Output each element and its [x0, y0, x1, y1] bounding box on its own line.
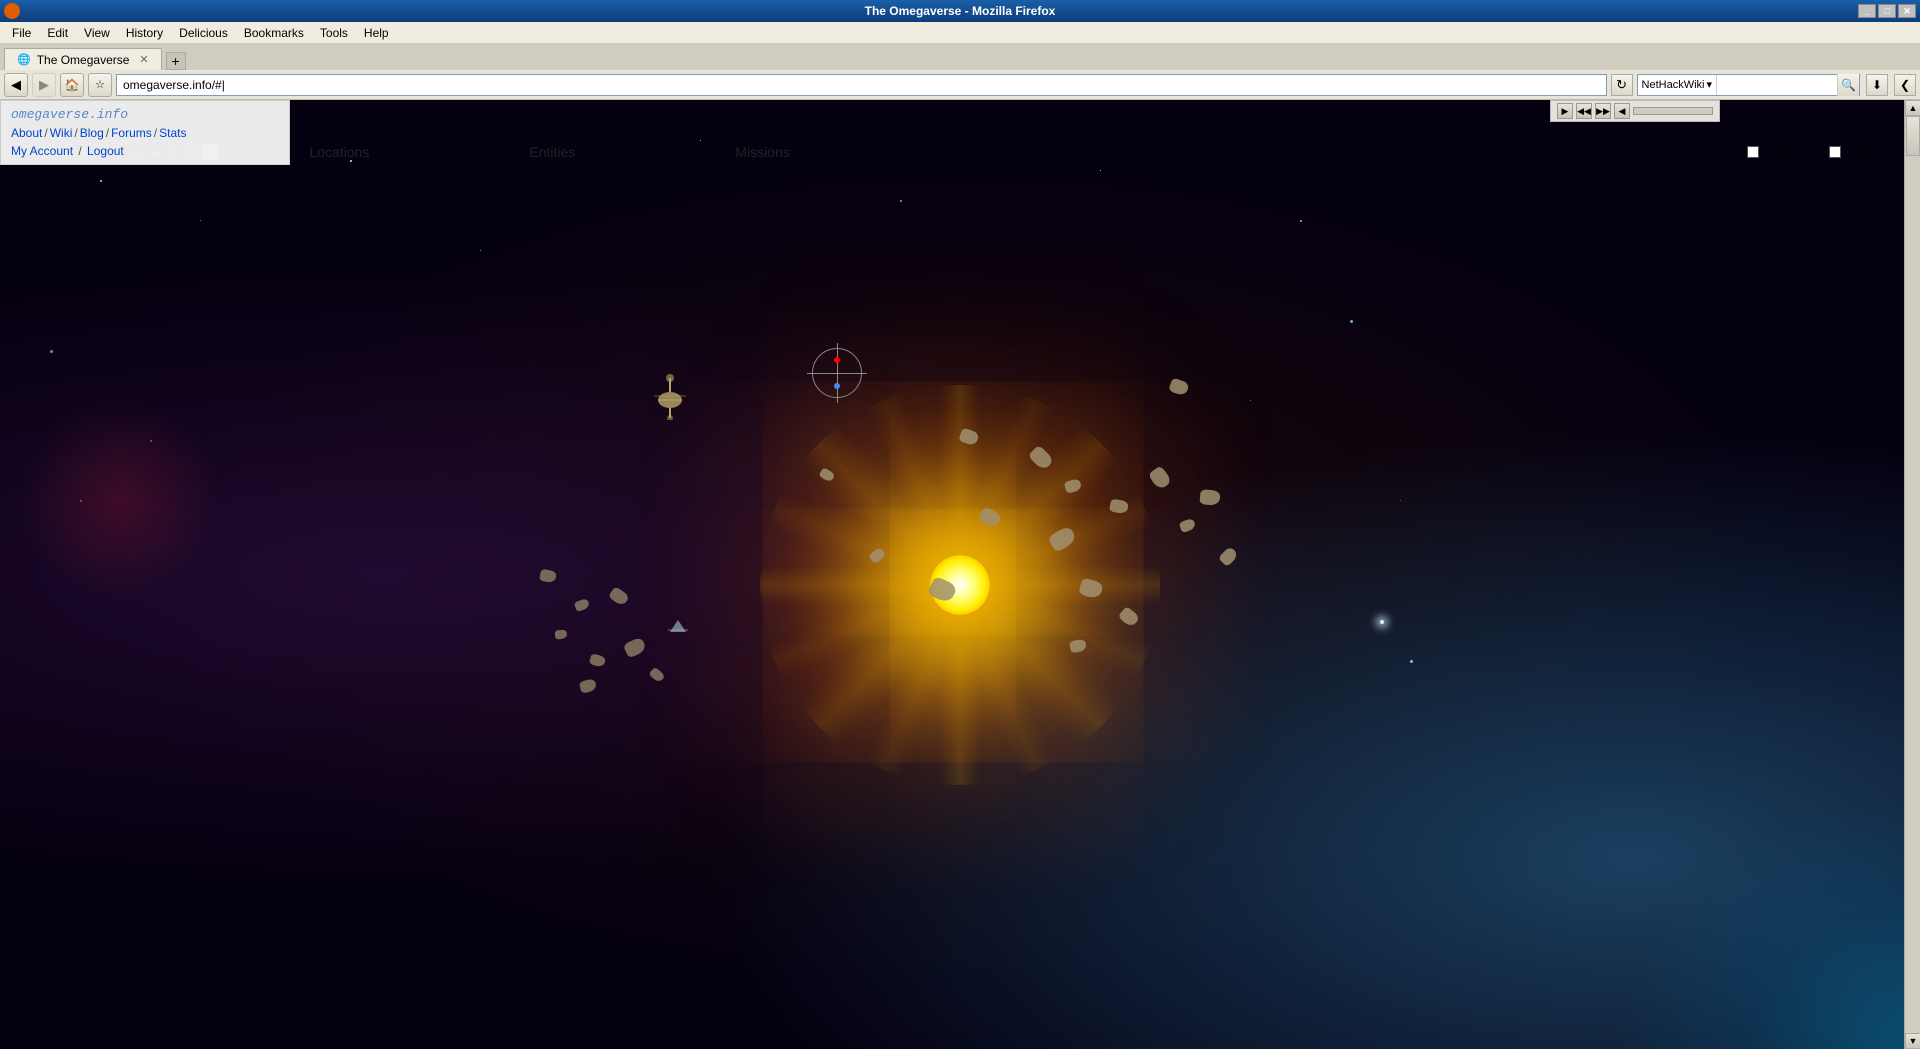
menu-help[interactable]: Help	[356, 24, 397, 42]
toggle-axis-item[interactable]: toggle axis	[1747, 145, 1819, 159]
star	[1250, 400, 1251, 401]
search-input[interactable]	[1717, 78, 1837, 92]
scrollbar: ▲ ▼	[1904, 100, 1920, 1049]
menu-file[interactable]: File	[4, 24, 39, 42]
toggle-grid-label: toggle grid	[1844, 145, 1900, 159]
home-button[interactable]: 🏠	[60, 73, 84, 97]
scroll-up-button[interactable]: ▲	[1905, 100, 1920, 116]
volume-slider[interactable]	[1633, 107, 1713, 115]
nav-links: About / Wiki / Blog / Forums / Stats	[11, 126, 279, 140]
tab-label: The Omegaverse	[37, 53, 130, 67]
space-scene[interactable]	[0, 100, 1920, 1049]
star	[1400, 500, 1401, 501]
small-ship	[668, 620, 688, 638]
nav-wiki[interactable]: Wiki	[50, 126, 73, 140]
my-account-link[interactable]: My Account	[11, 144, 73, 158]
downloads-button[interactable]: ⬇	[1866, 74, 1888, 96]
small-ship-svg	[668, 620, 688, 635]
firefox-icon	[4, 3, 20, 19]
game-nav-missions[interactable]: Missions	[655, 140, 869, 164]
reticle-dot-blue	[834, 383, 840, 389]
media-stop-button[interactable]: ◀	[1614, 103, 1630, 119]
toggle-axis-label: toggle axis	[1762, 145, 1819, 159]
search-engine-label: NetHackWiki	[1642, 79, 1705, 91]
star	[200, 220, 201, 221]
toggle-grid-checkbox[interactable]	[1829, 146, 1841, 158]
menu-view[interactable]: View	[76, 24, 118, 42]
bookmark-page-button[interactable]: ☆	[88, 73, 112, 97]
menu-edit[interactable]: Edit	[39, 24, 76, 42]
media-play-button[interactable]: ▶	[1557, 103, 1573, 119]
sep3: /	[106, 126, 109, 140]
logout-link[interactable]: Logout	[87, 144, 124, 158]
search-engine-selector[interactable]: NetHackWiki ▾	[1638, 75, 1717, 95]
menu-delicious[interactable]: Delicious	[171, 24, 236, 42]
sep1: /	[44, 126, 47, 140]
menu-history[interactable]: History	[118, 24, 171, 42]
toggle-controls: toggle axis toggle grid	[1747, 145, 1900, 159]
overlay-panel: omegaverse.info About / Wiki / Blog / Fo…	[0, 100, 290, 165]
tab-close-icon[interactable]: ✕	[139, 53, 148, 66]
address-bar[interactable]	[116, 74, 1607, 96]
scroll-track[interactable]	[1905, 116, 1920, 1033]
maximize-button[interactable]: □	[1878, 4, 1896, 18]
game-nav-entities[interactable]: Entities	[449, 140, 655, 164]
nav-forums[interactable]: Forums	[111, 126, 152, 140]
titlebar-controls: _ □ ✕	[1858, 4, 1916, 18]
site-title: omegaverse.info	[11, 107, 279, 122]
star	[480, 250, 481, 251]
search-go-button[interactable]: 🔍	[1837, 74, 1859, 96]
minimize-button[interactable]: _	[1858, 4, 1876, 18]
titlebar-title: The Omegaverse - Mozilla Firefox	[865, 4, 1056, 18]
reticle-dot-red	[834, 357, 840, 363]
sep4: /	[154, 126, 157, 140]
star	[1300, 220, 1302, 222]
search-bar-container: NetHackWiki ▾ 🔍	[1637, 74, 1860, 96]
star	[1410, 660, 1413, 663]
star	[80, 500, 82, 502]
sep2: /	[74, 126, 77, 140]
star	[150, 440, 152, 442]
menubar: File Edit View History Delicious Bookmar…	[0, 22, 1920, 44]
star	[50, 350, 53, 353]
media-prev-button[interactable]: ◀◀	[1576, 103, 1592, 119]
back-button[interactable]: ◀	[4, 73, 28, 97]
page: ▶ ◀◀ ▶▶ ◀	[0, 100, 1920, 1049]
sun	[860, 485, 1060, 685]
menu-tools[interactable]: Tools	[312, 24, 356, 42]
forward-button[interactable]: ▶	[32, 73, 56, 97]
star	[100, 180, 102, 182]
toggle-axis-checkbox[interactable]	[1747, 146, 1759, 158]
tabbar: 🌐 The Omegaverse ✕ +	[0, 44, 1920, 70]
nav-blog[interactable]: Blog	[80, 126, 104, 140]
reload-button[interactable]: ↻	[1611, 74, 1633, 96]
new-tab-button[interactable]: +	[166, 52, 186, 70]
star	[900, 200, 902, 202]
nav-about[interactable]: About	[11, 126, 42, 140]
sep5: /	[78, 144, 85, 158]
star-bright	[1380, 620, 1384, 624]
titlebar-left	[4, 3, 24, 19]
scroll-down-button[interactable]: ▼	[1905, 1033, 1920, 1049]
target-reticle	[812, 348, 862, 398]
media-next-button[interactable]: ▶▶	[1595, 103, 1611, 119]
tab-favicon: 🌐	[17, 53, 31, 66]
station-svg	[650, 370, 690, 420]
star	[1100, 170, 1101, 171]
nav-stats[interactable]: Stats	[159, 126, 186, 140]
media-player-bar: ▶ ◀◀ ▶▶ ◀	[1550, 100, 1720, 122]
star	[1350, 320, 1353, 323]
sidebar-toggle-button[interactable]: ❮	[1894, 74, 1916, 96]
game-nav-links: Locations Entities Missions	[229, 140, 869, 164]
menu-bookmarks[interactable]: Bookmarks	[236, 24, 312, 42]
close-button[interactable]: ✕	[1898, 4, 1916, 18]
navbar: ◀ ▶ 🏠 ☆ ↻ NetHackWiki ▾ 🔍 ⬇ ❮	[0, 70, 1920, 100]
main-content: ▶ ◀◀ ▶▶ ◀	[0, 100, 1920, 1049]
active-tab[interactable]: 🌐 The Omegaverse ✕	[4, 48, 162, 70]
search-engine-dropdown-icon: ▾	[1706, 78, 1712, 91]
space-station	[650, 370, 690, 426]
titlebar: The Omegaverse - Mozilla Firefox _ □ ✕	[0, 0, 1920, 22]
toggle-grid-item[interactable]: toggle grid	[1829, 145, 1900, 159]
account-links: My Account / Logout	[11, 144, 279, 158]
